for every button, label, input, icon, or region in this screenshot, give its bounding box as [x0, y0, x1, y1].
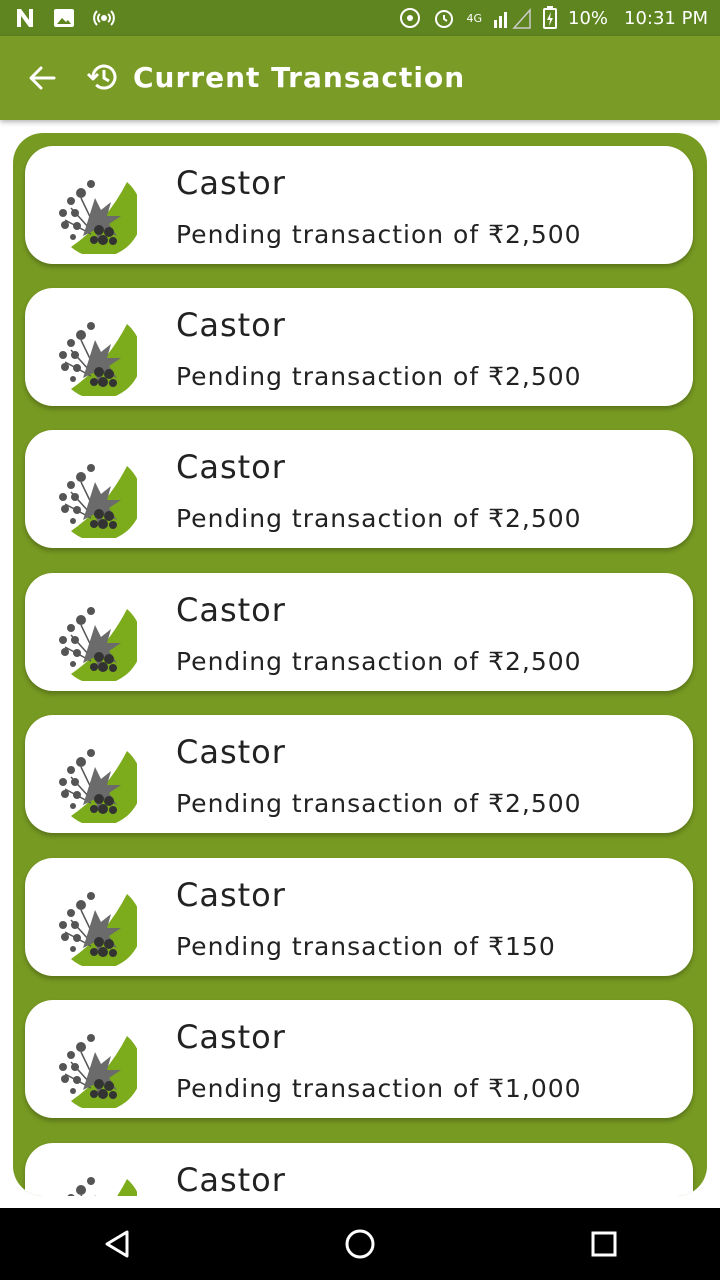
transaction-card[interactable]: Castor Pending transaction of ₹150: [25, 858, 693, 976]
castor-plant-image: [51, 1165, 137, 1196]
wifi-calling-icon: [400, 8, 421, 28]
alarm-icon: [435, 10, 454, 28]
page-title: Current Transaction: [133, 61, 466, 94]
transaction-card[interactable]: Castor Pending transaction of ₹2,500: [25, 715, 693, 833]
crop-name: Castor: [176, 1161, 286, 1196]
transaction-card[interactable]: Castor Pending transaction of ₹1,000: [25, 1000, 693, 1118]
battery-label: 10%: [568, 7, 609, 29]
crop-name: Castor: [176, 876, 286, 914]
n-icon: [17, 9, 33, 27]
castor-plant-image: [51, 595, 137, 681]
crop-name: Castor: [176, 448, 286, 486]
transaction-card[interactable]: Castor: [25, 1143, 693, 1196]
transaction-status: Pending transaction of ₹2,500: [176, 647, 582, 676]
transaction-card[interactable]: Castor Pending transaction of ₹2,500: [25, 430, 693, 548]
recents-square-icon[interactable]: [588, 1228, 620, 1260]
transaction-card[interactable]: Castor Pending transaction of ₹2,500: [25, 146, 693, 264]
transaction-list: Castor Pending transaction of ₹2,500 Cas…: [13, 133, 707, 1196]
status-bar: 4G 10% 10:31 PM: [0, 0, 720, 36]
transaction-status: Pending transaction of ₹2,500: [176, 504, 582, 533]
transaction-status: Pending transaction of ₹150: [176, 932, 556, 961]
castor-plant-image: [51, 880, 137, 966]
system-nav-bar: [0, 1208, 720, 1280]
crop-name: Castor: [176, 306, 286, 344]
clock: 10:31 PM: [624, 7, 708, 29]
transaction-status: Pending transaction of ₹2,500: [176, 220, 582, 249]
crop-name: Castor: [176, 164, 286, 202]
app-bar: Current Transaction: [0, 36, 720, 120]
signal-icon: [494, 8, 531, 29]
castor-plant-image: [51, 1022, 137, 1108]
home-circle-icon[interactable]: [344, 1228, 376, 1260]
hotspot-icon: [93, 10, 115, 26]
crop-name: Castor: [176, 1018, 286, 1056]
transaction-status: Pending transaction of ₹2,500: [176, 362, 582, 391]
castor-plant-image: [51, 168, 137, 254]
transaction-status: Pending transaction of ₹2,500: [176, 789, 582, 818]
network-label: 4G: [466, 11, 482, 25]
castor-plant-image: [51, 737, 137, 823]
castor-plant-image: [51, 310, 137, 396]
back-arrow-icon[interactable]: [26, 62, 58, 94]
transaction-card[interactable]: Castor Pending transaction of ₹2,500: [25, 288, 693, 406]
image-icon: [54, 9, 74, 27]
crop-name: Castor: [176, 733, 286, 771]
transaction-status: Pending transaction of ₹1,000: [176, 1074, 582, 1103]
crop-name: Castor: [176, 591, 286, 629]
battery-icon: [543, 6, 557, 29]
history-icon: [86, 64, 117, 90]
castor-plant-image: [51, 452, 137, 538]
back-triangle-icon[interactable]: [101, 1228, 133, 1260]
transaction-card[interactable]: Castor Pending transaction of ₹2,500: [25, 573, 693, 691]
